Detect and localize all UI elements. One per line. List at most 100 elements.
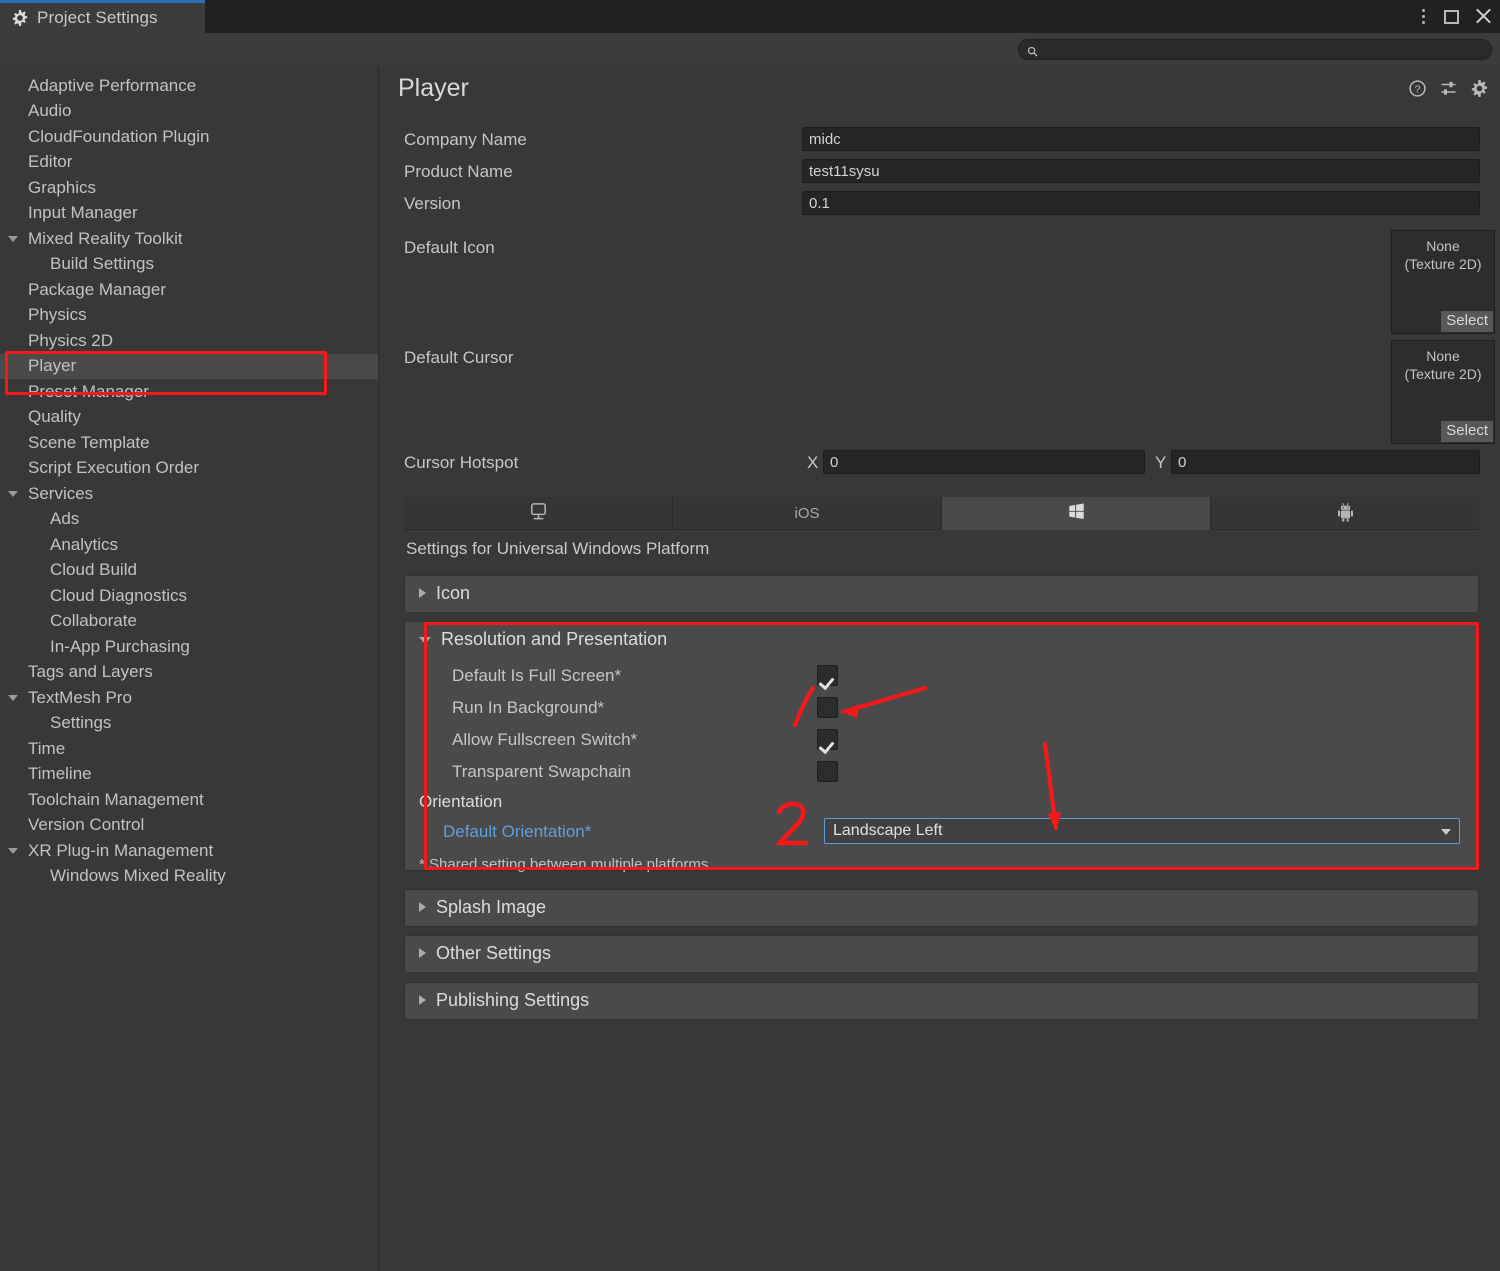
sidebar-item-label: Toolchain Management [28, 789, 204, 809]
sidebar-item-toolchain-management[interactable]: Toolchain Management [0, 787, 378, 813]
sidebar-item-settings[interactable]: Settings [0, 711, 378, 737]
window-controls [1416, 0, 1492, 33]
tab-project-settings[interactable]: Project Settings [0, 0, 205, 33]
chevron-down-icon[interactable] [8, 236, 18, 242]
company-name-input[interactable] [802, 127, 1480, 151]
default-orientation-label[interactable]: Default Orientation* [443, 822, 591, 842]
sidebar-item-textmesh-pro[interactable]: TextMesh Pro [0, 685, 378, 711]
chevron-down-icon[interactable] [8, 695, 18, 701]
chevron-down-icon[interactable] [8, 491, 18, 497]
sidebar-item-label: Mixed Reality Toolkit [28, 228, 183, 248]
cursor-hotspot-label: Cursor Hotspot [404, 453, 519, 472]
sidebar-item-build-settings[interactable]: Build Settings [0, 252, 378, 278]
sidebar-item-quality[interactable]: Quality [0, 405, 378, 431]
help-icon[interactable]: ? [1409, 80, 1426, 97]
section-other-settings[interactable]: Other Settings [404, 935, 1479, 973]
section-header[interactable]: Splash Image [405, 890, 1478, 924]
object-none-label: None [1426, 348, 1460, 364]
sidebar-item-input-manager[interactable]: Input Manager [0, 201, 378, 227]
tab-android[interactable] [1211, 497, 1479, 530]
sidebar-item-mixed-reality-toolkit[interactable]: Mixed Reality Toolkit [0, 226, 378, 252]
tab-standalone[interactable] [404, 497, 673, 530]
settings-sidebar[interactable]: Adaptive Performance Audio CloudFoundation… [0, 65, 379, 1271]
sidebar-item-adaptive-performance[interactable]: Adaptive Performance [0, 73, 378, 99]
sidebar-item-graphics[interactable]: Graphics [0, 175, 378, 201]
sidebar-item-preset-manager[interactable]: Preset Manager [0, 379, 378, 405]
chevron-down-icon[interactable] [8, 848, 18, 854]
select-button[interactable]: Select [1441, 421, 1493, 442]
default-cursor-objectfield[interactable]: None (Texture 2D) Select [1391, 340, 1495, 444]
sidebar-item-script-execution-order[interactable]: Script Execution Order [0, 456, 378, 482]
sidebar-item-physics[interactable]: Physics [0, 303, 378, 329]
section-header[interactable]: Resolution and Presentation [405, 622, 1478, 656]
sidebar-item-label: Tags and Layers [28, 662, 153, 682]
sidebar-item-version-control[interactable]: Version Control [0, 813, 378, 839]
sidebar-item-time[interactable]: Time [0, 736, 378, 762]
sidebar-item-cloudfoundation-plugin[interactable]: CloudFoundation Plugin [0, 124, 378, 150]
sidebar-item-analytics[interactable]: Analytics [0, 532, 378, 558]
y-label: Y [1155, 453, 1167, 472]
sidebar-item-label: Player [28, 356, 77, 376]
section-header[interactable]: Other Settings [405, 936, 1478, 970]
checkbox-run-in-background[interactable] [817, 697, 838, 718]
section-header[interactable]: Icon [405, 576, 1478, 610]
section-header[interactable]: Publishing Settings [405, 983, 1478, 1017]
section-icon[interactable]: Icon [404, 575, 1479, 613]
sidebar-item-scene-template[interactable]: Scene Template [0, 430, 378, 456]
search-input[interactable] [1044, 42, 1474, 57]
cursor-hotspot-x-input[interactable] [823, 450, 1145, 474]
sidebar-item-cloud-diagnostics[interactable]: Cloud Diagnostics [0, 583, 378, 609]
product-name-input[interactable] [802, 159, 1480, 183]
close-icon[interactable] [1475, 8, 1492, 25]
sidebar-item-windows-mixed-reality[interactable]: Windows Mixed Reality [0, 864, 378, 890]
row-product-name: Product Name [380, 159, 1500, 185]
checkbox-allow-fullscreen-switch[interactable] [817, 729, 838, 750]
sidebar-item-services[interactable]: Services [0, 481, 378, 507]
sidebar-item-player[interactable]: Player [0, 353, 378, 379]
sidebar-item-label: Adaptive Performance [28, 75, 197, 95]
default-icon-objectfield[interactable]: None (Texture 2D) Select [1391, 230, 1495, 334]
row-run-in-background: Run In Background* [405, 694, 1475, 726]
row-transparent-swapchain: Transparent Swapchain [405, 758, 1475, 790]
checkbox-default-is-full-screen[interactable] [817, 665, 838, 686]
section-splash-image[interactable]: Splash Image [404, 889, 1479, 927]
sidebar-item-label: Cloud Diagnostics [50, 585, 188, 605]
platform-tabbar[interactable]: iOS [404, 497, 1479, 530]
checkbox-transparent-swapchain[interactable] [817, 761, 838, 782]
maximize-icon[interactable] [1444, 9, 1459, 24]
gear-icon[interactable] [1471, 80, 1488, 97]
version-label: Version [404, 194, 461, 213]
preset-icon[interactable] [1440, 80, 1457, 97]
sidebar-item-label: Settings [50, 713, 112, 733]
sidebar-item-timeline[interactable]: Timeline [0, 762, 378, 788]
cursor-hotspot-y-input[interactable] [1171, 450, 1480, 474]
sidebar-item-package-manager[interactable]: Package Manager [0, 277, 378, 303]
sidebar-item-cloud-build[interactable]: Cloud Build [0, 558, 378, 584]
version-input[interactable] [802, 191, 1480, 215]
sidebar-item-physics-2d[interactable]: Physics 2D [0, 328, 378, 354]
sidebar-item-label: Version Control [28, 815, 145, 835]
kebab-menu-icon[interactable] [1416, 9, 1428, 24]
tab-ios[interactable]: iOS [673, 497, 942, 530]
default-orientation-dropdown[interactable]: Landscape Left [824, 818, 1460, 844]
platform-tab-label: iOS [794, 504, 820, 522]
sidebar-item-label: Script Execution Order [28, 458, 200, 478]
sidebar-item-in-app-purchasing[interactable]: In-App Purchasing [0, 634, 378, 660]
sidebar-item-label: Cloud Build [50, 560, 137, 580]
tab-uwp[interactable] [942, 497, 1211, 530]
sidebar-item-tags-and-layers[interactable]: Tags and Layers [0, 660, 378, 686]
sidebar-item-ads[interactable]: Ads [0, 507, 378, 533]
select-button[interactable]: Select [1441, 311, 1493, 332]
sidebar-item-label: Physics [28, 305, 87, 325]
sidebar-item-collaborate[interactable]: Collaborate [0, 609, 378, 635]
search-box[interactable] [1018, 39, 1492, 60]
sidebar-item-editor[interactable]: Editor [0, 150, 378, 176]
chevron-right-icon [419, 902, 426, 912]
section-publishing-settings[interactable]: Publishing Settings [404, 982, 1479, 1020]
object-type-label: (Texture 2D) [1404, 366, 1482, 382]
svg-text:?: ? [1415, 83, 1421, 95]
sidebar-item-audio[interactable]: Audio [0, 99, 378, 125]
row-allow-fullscreen-switch: Allow Fullscreen Switch* [405, 726, 1475, 758]
row-company-name: Company Name [380, 127, 1500, 153]
sidebar-item-xr-plug-in-management[interactable]: XR Plug-in Management [0, 838, 378, 864]
